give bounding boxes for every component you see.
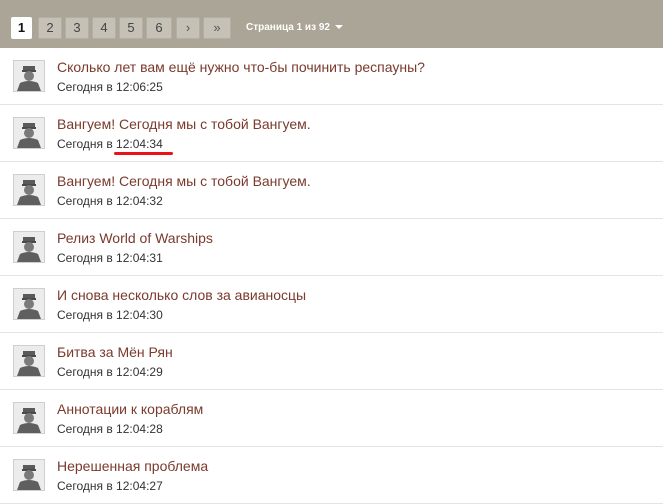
topic-timestamp: Сегодня в 12:04:27 xyxy=(57,479,163,493)
page-button-2[interactable]: 2 xyxy=(38,17,62,39)
topic-title-link[interactable]: Вангуем! Сегодня мы с тобой Вангуем. xyxy=(57,116,311,132)
page-button-6[interactable]: 6 xyxy=(146,17,172,39)
avatar-icon xyxy=(13,459,45,491)
last-page-button[interactable]: » xyxy=(203,17,231,39)
avatar-icon xyxy=(13,288,45,320)
topic-row: И снова несколько слов за авианосцы Сего… xyxy=(0,276,663,333)
topic-row: Сколько лет вам ещё нужно что-бы починит… xyxy=(0,48,663,105)
topic-timestamp: Сегодня в 12:04:34 xyxy=(57,137,163,151)
topic-row: Вангуем! Сегодня мы с тобой Вангуем. Сег… xyxy=(0,105,663,162)
topic-title-link[interactable]: Сколько лет вам ещё нужно что-бы починит… xyxy=(57,59,425,75)
caret-down-icon xyxy=(334,25,343,29)
topic-list: Сколько лет вам ещё нужно что-бы починит… xyxy=(0,48,663,504)
topic-timestamp: Сегодня в 12:04:29 xyxy=(57,365,163,379)
topic-title-link[interactable]: И снова несколько слов за авианосцы xyxy=(57,287,306,303)
pagination-bar: 1 2 3 4 5 6 › » Страница 1 из 92 xyxy=(0,0,663,50)
topic-row: Вангуем! Сегодня мы с тобой Вангуем. Сег… xyxy=(0,162,663,219)
topic-title-link[interactable]: Нерешенная проблема xyxy=(57,458,208,474)
topic-row: Релиз World of Warships Сегодня в 12:04:… xyxy=(0,219,663,276)
page-info-label: Страница 1 из 92 xyxy=(246,22,330,33)
page-button-1[interactable]: 1 xyxy=(11,17,32,39)
avatar-icon xyxy=(13,117,45,149)
avatar-icon xyxy=(13,231,45,263)
avatar-icon xyxy=(13,174,45,206)
avatar-icon xyxy=(13,60,45,92)
topic-timestamp: Сегодня в 12:06:25 xyxy=(57,80,163,94)
topic-timestamp: Сегодня в 12:04:28 xyxy=(57,422,163,436)
topic-row: Битва за Мён Рян Сегодня в 12:04:29 xyxy=(0,333,663,390)
page-info-dropdown[interactable]: Страница 1 из 92 xyxy=(246,17,343,39)
page-button-5[interactable]: 5 xyxy=(119,17,143,39)
topic-timestamp: Сегодня в 12:04:30 xyxy=(57,308,163,322)
avatar-icon xyxy=(13,345,45,377)
topic-row: Нерешенная проблема Сегодня в 12:04:27 xyxy=(0,447,663,504)
topic-title-link[interactable]: Битва за Мён Рян xyxy=(57,344,173,360)
next-page-button[interactable]: › xyxy=(176,17,200,39)
topic-title-link[interactable]: Вангуем! Сегодня мы с тобой Вангуем. xyxy=(57,173,311,189)
avatar-icon xyxy=(13,402,45,434)
page-button-4[interactable]: 4 xyxy=(92,17,116,39)
topic-title-link[interactable]: Аннотации к кораблям xyxy=(57,401,203,417)
topic-title-link[interactable]: Релиз World of Warships xyxy=(57,230,213,246)
topic-timestamp: Сегодня в 12:04:32 xyxy=(57,194,163,208)
topic-timestamp: Сегодня в 12:04:31 xyxy=(57,251,163,265)
red-underline-annotation xyxy=(114,152,173,155)
topic-row: Аннотации к кораблям Сегодня в 12:04:28 xyxy=(0,390,663,447)
page-button-3[interactable]: 3 xyxy=(65,17,89,39)
